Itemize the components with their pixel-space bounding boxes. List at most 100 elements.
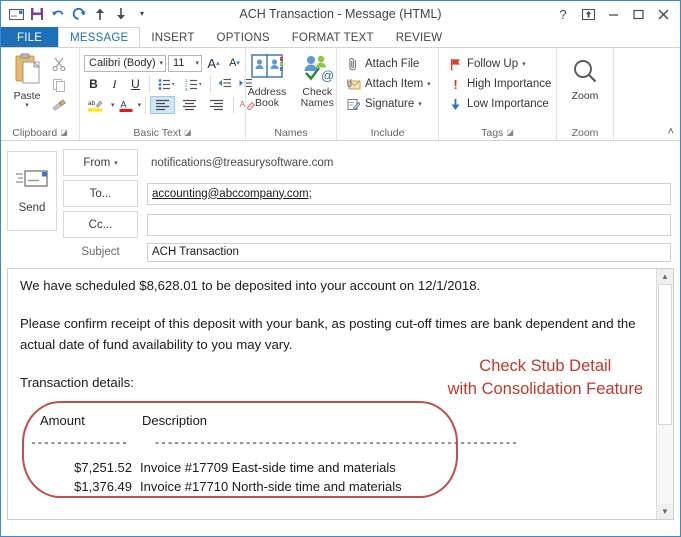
tab-options[interactable]: OPTIONS [206, 27, 281, 48]
ribbon-group-include: Attach File Attach Item ▾ Signature ▾ In… [336, 48, 438, 140]
message-body-area[interactable]: We have scheduled $8,628.01 to be deposi… [7, 268, 674, 520]
table-header-row: Amount Description [30, 411, 518, 430]
exclamation-icon: ! [453, 76, 458, 92]
column-header-amount: Amount [40, 413, 85, 428]
follow-up-button[interactable]: Follow Up ▾ [448, 55, 551, 73]
minimize-button[interactable] [602, 3, 624, 25]
address-book-button[interactable]: Address Book [242, 51, 293, 109]
annotation-line-1: Check Stub Detail [479, 357, 612, 375]
format-painter-button[interactable] [49, 97, 69, 115]
svg-text:ab: ab [88, 100, 96, 107]
text-highlight-button[interactable]: ab [84, 96, 109, 114]
paste-caret-icon[interactable]: ▾ [25, 102, 29, 109]
cc-input[interactable] [147, 213, 671, 236]
row-description: Invoice #17709 East-side time and materi… [140, 460, 396, 475]
decrease-indent-button[interactable] [215, 75, 234, 93]
highlight-caret-icon[interactable]: ▾ [111, 101, 115, 109]
to-input[interactable]: accounting@abccompany.com; [147, 182, 671, 205]
attach-item-button[interactable]: Attach Item ▾ [346, 75, 431, 93]
to-button[interactable]: To... [63, 180, 138, 207]
numbering-button[interactable]: 123 [181, 75, 206, 93]
send-button[interactable]: Send [7, 151, 57, 231]
tab-insert[interactable]: INSERT [140, 27, 205, 48]
envelope-icon[interactable] [6, 4, 26, 24]
tab-file[interactable]: FILE [1, 27, 59, 48]
help-button[interactable]: ? [552, 3, 574, 25]
separator-amount: --------------- [30, 437, 128, 450]
italic-button[interactable]: I [105, 75, 124, 93]
address-book-icon [250, 53, 284, 86]
follow-up-caret-icon[interactable]: ▾ [522, 60, 526, 68]
title-bar: ▾ ACH Transaction - Message (HTML) ? [1, 1, 680, 27]
from-value: notifications@treasurysoftware.com [151, 156, 334, 169]
font-name-combo[interactable]: Calibri (Body) ▾ [84, 54, 166, 72]
paperclip-icon [346, 57, 361, 71]
maximize-button[interactable] [627, 3, 649, 25]
align-center-button[interactable] [177, 96, 202, 114]
subject-input[interactable]: ACH Transaction [147, 242, 671, 262]
svg-text:3: 3 [185, 87, 188, 91]
align-right-button[interactable] [204, 96, 229, 114]
basic-text-dialog-launcher[interactable]: ◪ [184, 128, 192, 137]
annotation-text: Check Stub Detail with Consolidation Fea… [448, 355, 643, 401]
svg-text:@: @ [321, 68, 334, 83]
table-row: $1,376.49 Invoice #17710 North-side time… [30, 477, 518, 496]
to-button-label: To... [89, 187, 112, 200]
signature-caret-icon[interactable]: ▾ [418, 100, 422, 108]
window-controls: ? [552, 1, 674, 27]
scroll-down-button[interactable]: ▼ [657, 504, 673, 519]
high-importance-button[interactable]: ! High Importance [448, 75, 551, 93]
body-scrollbar[interactable]: ▲ ▼ [656, 269, 673, 519]
signature-button[interactable]: Signature ▾ [346, 95, 431, 113]
scroll-track[interactable] [657, 284, 673, 504]
redo-icon[interactable] [69, 4, 89, 24]
signature-icon [346, 98, 361, 111]
font-color-caret-icon[interactable]: ▾ [138, 101, 142, 109]
collapse-ribbon-button[interactable]: ˄ [668, 126, 674, 138]
tags-dialog-launcher[interactable]: ◪ [506, 128, 514, 137]
font-name-caret-icon[interactable]: ▾ [156, 59, 163, 67]
scroll-up-button[interactable]: ▲ [657, 269, 673, 284]
undo-icon[interactable] [48, 4, 68, 24]
paste-button[interactable]: Paste ▾ [5, 51, 49, 109]
underline-button[interactable]: U [126, 75, 145, 93]
bullets-button[interactable] [154, 75, 179, 93]
tab-message[interactable]: MESSAGE [58, 27, 141, 48]
font-color-button[interactable]: A [117, 96, 136, 114]
zoom-button[interactable]: Zoom [564, 51, 606, 102]
scroll-thumb[interactable] [658, 284, 672, 425]
attach-file-button[interactable]: Attach File [346, 55, 431, 73]
copy-button[interactable] [49, 76, 69, 94]
message-header: Send From ▾ notifications@treasurysoftwa… [1, 141, 680, 268]
check-names-button[interactable]: @ Check Names [294, 51, 340, 109]
cc-button[interactable]: Cc... [63, 211, 138, 238]
font-size-combo[interactable]: 11 ▾ [168, 54, 202, 72]
flag-icon [448, 58, 463, 71]
ribbon-display-options-button[interactable] [577, 3, 599, 25]
low-importance-label: Low Importance [467, 98, 549, 110]
tab-format-text[interactable]: FORMAT TEXT [281, 27, 385, 48]
next-item-icon[interactable] [111, 4, 131, 24]
send-button-label: Send [18, 202, 46, 214]
close-button[interactable] [652, 3, 674, 25]
clipboard-dialog-launcher[interactable]: ◪ [60, 128, 68, 137]
customize-qat-icon[interactable]: ▾ [132, 4, 152, 24]
zoom-button-label: Zoom [571, 90, 599, 102]
font-size-caret-icon[interactable]: ▾ [192, 59, 199, 67]
tab-review[interactable]: REVIEW [385, 27, 454, 48]
follow-up-label: Follow Up [467, 58, 519, 70]
cut-button[interactable] [49, 55, 69, 73]
from-button[interactable]: From ▾ [63, 149, 138, 176]
grow-font-button[interactable]: A ▴ [204, 54, 223, 72]
low-importance-button[interactable]: Low Importance [448, 95, 551, 113]
save-icon[interactable] [27, 4, 47, 24]
ribbon-group-basic-text: Calibri (Body) ▾ 11 ▾ A ▴ A ▾ B I U 1 2 … [79, 48, 256, 140]
attach-item-caret-icon[interactable]: ▾ [427, 80, 431, 88]
bold-button[interactable]: B [84, 75, 103, 93]
from-caret-icon[interactable]: ▾ [114, 159, 118, 167]
previous-item-icon[interactable] [90, 4, 110, 24]
table-row: $7,251.52 Invoice #17709 East-side time … [30, 458, 518, 477]
to-recipient[interactable]: accounting@abccompany.com; [152, 188, 312, 200]
high-importance-label: High Importance [467, 78, 552, 90]
align-left-button[interactable] [150, 96, 176, 114]
